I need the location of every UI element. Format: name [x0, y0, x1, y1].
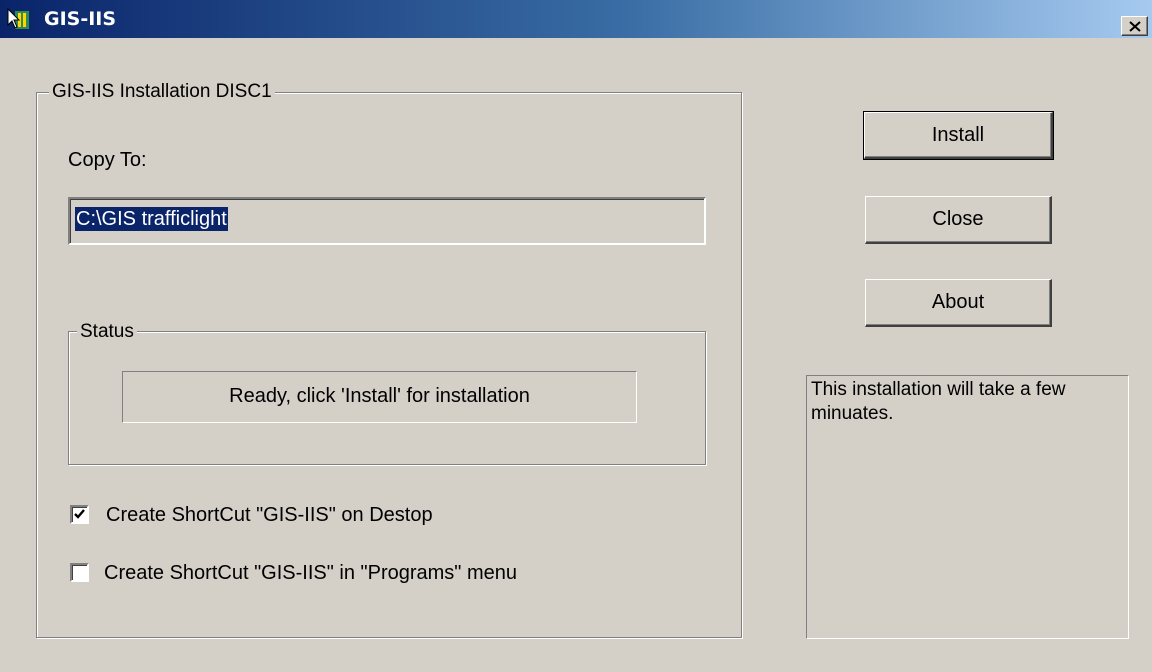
info-text-box: This installation will take a few minuat…	[806, 375, 1129, 639]
install-path-input[interactable]: C:\GIS trafficlight	[68, 197, 706, 245]
close-x-icon	[1129, 21, 1141, 32]
install-button[interactable]: Install	[863, 111, 1054, 160]
desktop-shortcut-label: Create ShortCut "GIS-IIS" on Destop	[106, 504, 433, 526]
window-close-button[interactable]	[1121, 16, 1148, 36]
copy-to-label: Copy To:	[68, 149, 147, 171]
app-icon	[6, 7, 34, 33]
close-button[interactable]: Close	[865, 196, 1052, 244]
title-bar[interactable]: GIS-IIS	[0, 0, 1152, 38]
about-button[interactable]: About	[865, 279, 1052, 327]
installation-groupbox-legend: GIS-IIS Installation DISC1	[49, 81, 275, 103]
install-path-value: C:\GIS trafficlight	[75, 207, 228, 231]
desktop-shortcut-checkbox[interactable]	[70, 505, 89, 524]
programs-shortcut-label: Create ShortCut "GIS-IIS" in "Programs" …	[104, 562, 517, 584]
status-groupbox-legend: Status	[77, 321, 137, 343]
status-message: Ready, click 'Install' for installation	[122, 371, 637, 423]
window-title: GIS-IIS	[44, 8, 117, 30]
programs-shortcut-checkbox[interactable]	[70, 563, 89, 582]
checkmark-icon	[74, 509, 85, 519]
